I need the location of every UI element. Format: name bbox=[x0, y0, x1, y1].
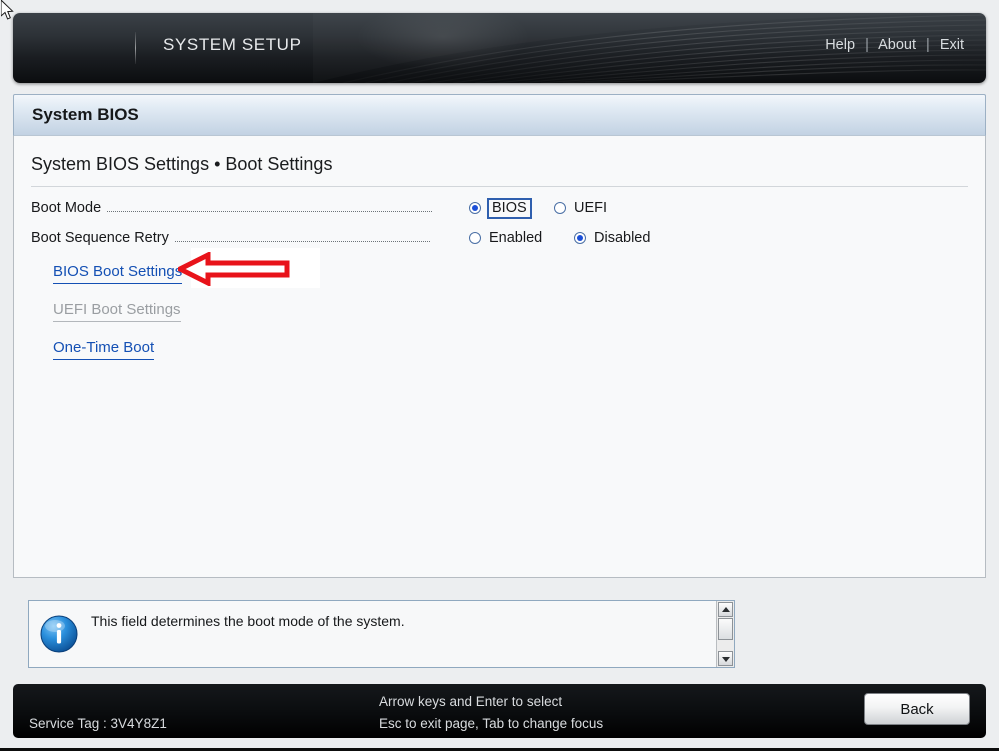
header-link-separator-1: | bbox=[865, 37, 869, 53]
leader-line-boot-mode bbox=[107, 210, 433, 212]
link-uefi-boot-settings: UEFI Boot Settings bbox=[53, 301, 181, 322]
leader-line-boot-sequence-retry bbox=[174, 240, 430, 242]
options-boot-mode: BIOS UEFI bbox=[469, 196, 609, 220]
footer-bar: Service Tag : 3V4Y8Z1 Arrow keys and Ent… bbox=[13, 684, 986, 738]
service-tag: Service Tag : 3V4Y8Z1 bbox=[29, 716, 167, 731]
radio-label-enabled[interactable]: Enabled bbox=[487, 230, 544, 246]
radio-label-uefi[interactable]: UEFI bbox=[572, 200, 609, 216]
info-icon bbox=[40, 615, 78, 653]
red-left-arrow-annotation bbox=[178, 252, 290, 286]
radio-disabled-indicator[interactable] bbox=[574, 232, 586, 244]
setup-page: SYSTEM SETUP Help | About | Exit System … bbox=[0, 0, 999, 751]
header-links: Help | About | Exit bbox=[825, 37, 964, 53]
setting-row-boot-sequence-retry: Boot Sequence Retry Enabled Disabled bbox=[31, 226, 968, 250]
page-title-bar: System BIOS bbox=[13, 94, 986, 136]
footer-hint-line-2: Esc to exit page, Tab to change focus bbox=[379, 716, 604, 731]
about-link[interactable]: About bbox=[878, 37, 916, 53]
radio-uefi-indicator[interactable] bbox=[554, 202, 566, 214]
help-info-text: This field determines the boot mode of t… bbox=[91, 613, 405, 629]
options-boot-sequence-retry: Enabled Disabled bbox=[469, 226, 652, 250]
setting-label-boot-mode: Boot Mode bbox=[31, 200, 102, 216]
radio-option-enabled[interactable]: Enabled bbox=[469, 230, 574, 246]
scrollbar-up-button[interactable] bbox=[718, 602, 733, 617]
chevron-down-icon bbox=[721, 656, 730, 662]
header-logo-separator bbox=[135, 32, 136, 64]
footer-hint-line-1: Arrow keys and Enter to select bbox=[379, 694, 563, 709]
radio-label-disabled[interactable]: Disabled bbox=[592, 230, 652, 246]
help-info-box: This field determines the boot mode of t… bbox=[28, 600, 735, 668]
setting-row-boot-mode: Boot Mode BIOS UEFI bbox=[31, 196, 968, 220]
radio-option-bios[interactable]: BIOS bbox=[469, 197, 554, 219]
radio-label-bios[interactable]: BIOS bbox=[487, 197, 532, 219]
breadcrumb-divider bbox=[31, 186, 968, 187]
radio-option-disabled[interactable]: Disabled bbox=[574, 230, 652, 246]
link-one-time-boot[interactable]: One-Time Boot bbox=[53, 339, 155, 360]
link-bios-boot-settings[interactable]: BIOS Boot Settings bbox=[53, 263, 183, 284]
back-button[interactable]: Back bbox=[864, 693, 970, 725]
help-scrollbar[interactable] bbox=[716, 601, 734, 667]
header-link-separator-2: | bbox=[926, 37, 930, 53]
content-panel: System BIOS Settings • Boot Settings Boo… bbox=[13, 136, 986, 578]
help-link[interactable]: Help bbox=[825, 37, 855, 53]
page-title: System BIOS bbox=[32, 105, 139, 124]
chevron-up-icon bbox=[721, 606, 730, 612]
scrollbar-thumb[interactable] bbox=[718, 618, 733, 640]
radio-bios-indicator[interactable] bbox=[469, 202, 481, 214]
scrollbar-down-button[interactable] bbox=[718, 651, 733, 666]
top-header: SYSTEM SETUP Help | About | Exit bbox=[13, 13, 986, 83]
radio-option-uefi[interactable]: UEFI bbox=[554, 200, 609, 216]
radio-enabled-indicator[interactable] bbox=[469, 232, 481, 244]
exit-link[interactable]: Exit bbox=[940, 37, 964, 53]
breadcrumb: System BIOS Settings • Boot Settings bbox=[31, 154, 333, 174]
header-title: SYSTEM SETUP bbox=[163, 35, 302, 54]
setting-label-boot-sequence-retry: Boot Sequence Retry bbox=[31, 230, 169, 246]
